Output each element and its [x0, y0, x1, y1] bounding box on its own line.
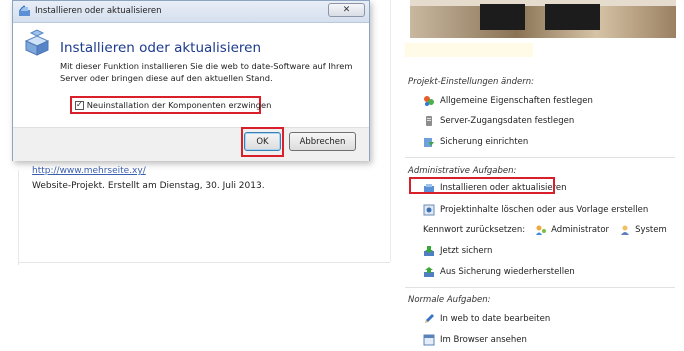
divider: [18, 262, 390, 263]
link-label: Sicherung einrichten: [440, 137, 529, 147]
system-user-icon: [619, 224, 631, 236]
link-allgemeine-eigenschaften[interactable]: Allgemeine Eigenschaften festlegen: [423, 93, 593, 109]
kennwort-label: Kennwort zurücksetzen:: [423, 225, 526, 235]
save-now-icon: [423, 245, 435, 257]
highlight-box: [409, 177, 555, 194]
divider: [18, 170, 19, 265]
divider: [405, 287, 675, 288]
restore-icon: [423, 266, 435, 278]
checkbox-box[interactable]: ✓: [75, 100, 84, 110]
highlight-bar: [405, 43, 533, 57]
link-aus-sicherung-wiederherstellen[interactable]: Aus Sicherung wiederherstellen: [423, 264, 575, 280]
backup-setup-icon: [423, 136, 435, 148]
dialog-title: Installieren oder aktualisieren: [35, 6, 162, 16]
install-icon: [18, 5, 31, 18]
checkbox-label: Neuinstallation der Komponenten erzwinge…: [86, 100, 272, 110]
kennwort-row: Kennwort zurücksetzen: Administrator Sys…: [423, 222, 667, 238]
server-icon: [423, 115, 435, 127]
edit-pen-icon: [423, 313, 435, 325]
website-thumbnail: [410, 0, 676, 38]
link-sicherung-einrichten[interactable]: Sicherung einrichten: [423, 134, 528, 150]
link-label: Aus Sicherung wiederherstellen: [440, 267, 575, 277]
force-reinstall-checkbox[interactable]: ✓ Neuinstallation der Komponenten erzwin…: [70, 96, 271, 114]
link-im-browser-ansehen[interactable]: Im Browser ansehen: [423, 332, 527, 348]
kennwort-user-label: Administrator: [551, 225, 610, 235]
kennwort-user-label: System: [635, 225, 667, 235]
dialog-text: Mit dieser Funktion installieren Sie die…: [60, 61, 353, 71]
admin-user-icon: [535, 224, 547, 236]
dialog-heading: Installieren oder aktualisieren: [60, 40, 261, 56]
close-button[interactable]: ✕: [328, 3, 365, 17]
install-dialog: Installieren oder aktualisieren ✕ Instal…: [12, 0, 370, 161]
link-kennwort-administrator[interactable]: Administrator: [535, 224, 609, 236]
link-kennwort-system[interactable]: System: [619, 224, 667, 236]
checkmark-icon: ✓: [76, 100, 83, 109]
dialog-titlebar[interactable]: Installieren oder aktualisieren ✕: [13, 1, 369, 23]
link-label: Projektinhalte löschen oder aus Vorlage …: [440, 205, 649, 215]
section-title-normal: Normale Aufgaben:: [408, 295, 491, 305]
section-title-projekt: Projekt-Einstellungen ändern:: [408, 77, 535, 87]
link-in-web-to-date-bearbeiten[interactable]: In web to date bearbeiten: [423, 311, 550, 327]
link-label: Allgemeine Eigenschaften festlegen: [440, 96, 593, 106]
link-projektinhalte-loeschen[interactable]: Projektinhalte löschen oder aus Vorlage …: [423, 202, 648, 218]
divider: [390, 0, 391, 262]
link-label: Im Browser ansehen: [440, 335, 527, 345]
link-jetzt-sichern[interactable]: Jetzt sichern: [423, 243, 492, 259]
install-package-icon: [23, 29, 51, 57]
divider: [405, 157, 675, 158]
link-server-zugangsdaten[interactable]: Server-Zugangsdaten festlegen: [423, 113, 574, 129]
section-title-admin: Administrative Aufgaben:: [408, 166, 517, 176]
website-link[interactable]: http://www.mehrseite.xy/: [32, 166, 146, 176]
dialog-text: Server oder bringen diese auf den aktuel…: [60, 73, 273, 83]
delete-content-icon: [423, 204, 435, 216]
cancel-button[interactable]: Abbrechen: [289, 132, 356, 151]
properties-icon: [423, 95, 435, 107]
link-label: In web to date bearbeiten: [440, 314, 551, 324]
link-label: Server-Zugangsdaten festlegen: [440, 116, 575, 126]
link-label: Jetzt sichern: [440, 246, 493, 256]
browser-icon: [423, 334, 435, 346]
project-description: Website-Projekt. Erstellt am Dienstag, 3…: [32, 181, 265, 191]
close-icon: ✕: [342, 4, 351, 15]
ok-button[interactable]: OK: [244, 132, 281, 151]
